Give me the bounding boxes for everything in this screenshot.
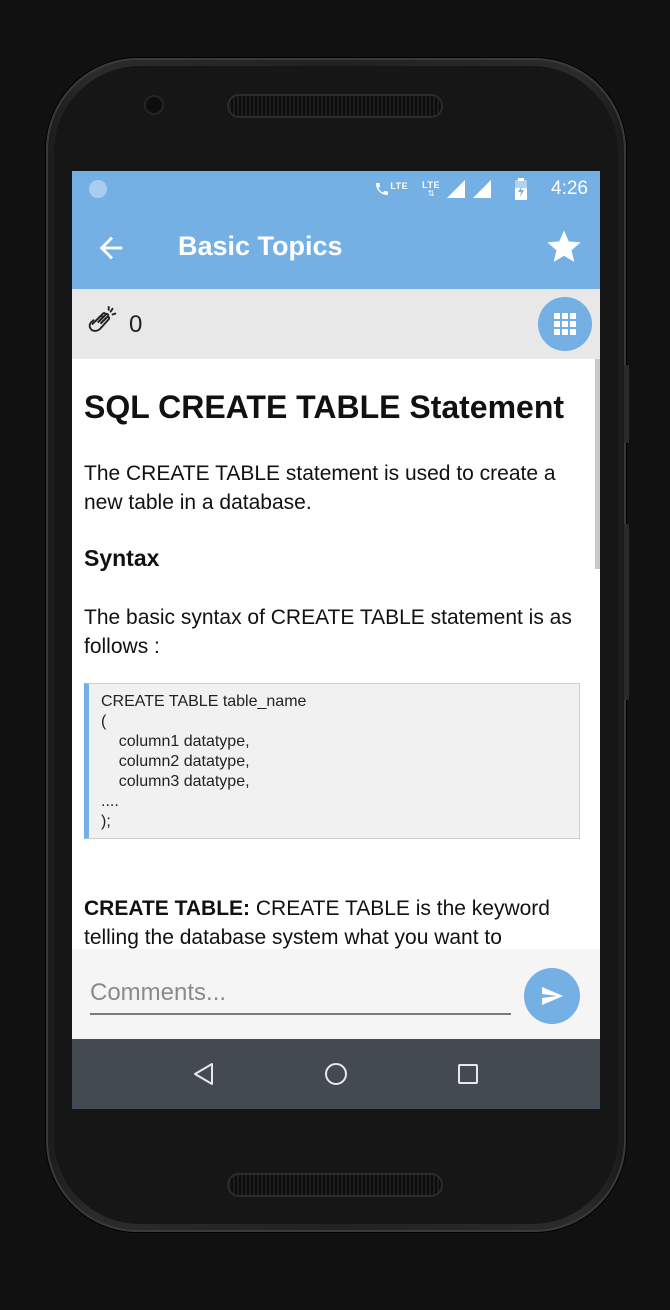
- code-line: column1 datatype,: [101, 733, 250, 750]
- front-camera: [146, 97, 162, 113]
- back-button[interactable]: [94, 231, 128, 265]
- signal-lte-icon: LTE ⇅: [422, 180, 440, 198]
- clap-bar: 0: [72, 289, 600, 359]
- send-button[interactable]: [524, 968, 580, 1024]
- clap-count: 0: [129, 311, 143, 338]
- signal-icon: [473, 180, 491, 198]
- comment-bar: [72, 949, 600, 1039]
- article-content[interactable]: SQL CREATE TABLE Statement The CREATE TA…: [72, 359, 600, 949]
- nav-recents-button[interactable]: [455, 1061, 481, 1087]
- status-time: 4:26: [551, 178, 588, 199]
- power-button: [624, 365, 629, 443]
- article-title: SQL CREATE TABLE Statement: [84, 389, 565, 425]
- clap-button[interactable]: [84, 305, 122, 343]
- arrow-left-icon: [99, 236, 123, 260]
- volume-button: [624, 524, 629, 700]
- keyword-label: CREATE TABLE:: [84, 897, 251, 920]
- syntax-heading: Syntax: [84, 545, 160, 571]
- status-icons: LTE LTE ⇅: [374, 177, 528, 201]
- recents-square-icon: [458, 1064, 478, 1084]
- code-line: column2 datatype,: [101, 753, 250, 770]
- lte-label: LTE: [390, 181, 409, 191]
- send-icon: [542, 987, 563, 1005]
- call-lte-icon: LTE: [374, 181, 408, 197]
- code-line: column3 datatype,: [101, 773, 250, 790]
- code-block: CREATE TABLE table_name ( column1 dataty…: [84, 683, 580, 839]
- top-speaker: [229, 96, 441, 116]
- comment-input[interactable]: [90, 973, 511, 1015]
- code-line: );: [101, 813, 111, 830]
- status-bar: LTE LTE ⇅ 4:26: [72, 171, 600, 207]
- signal-icon: [447, 180, 465, 198]
- grid-icon: [554, 313, 576, 335]
- system-nav-bar: [72, 1039, 600, 1109]
- nav-back-button[interactable]: [191, 1061, 217, 1087]
- screen: LTE LTE ⇅ 4:26 Basic Topics 0 SQL CREATE…: [72, 171, 600, 1109]
- app-bar: Basic Topics: [72, 207, 600, 289]
- star-icon: [547, 230, 581, 262]
- battery-icon: [515, 178, 527, 200]
- home-circle-icon: [325, 1063, 347, 1085]
- keyword-paragraph: CREATE TABLE: CREATE TABLE is the keywor…: [84, 894, 588, 949]
- code-line: CREATE TABLE table_name: [101, 693, 307, 710]
- bottom-speaker: [229, 1175, 441, 1195]
- article-intro: The CREATE TABLE statement is used to cr…: [84, 462, 556, 514]
- notification-dot-icon: [89, 180, 107, 198]
- syntax-description: The basic syntax of CREATE TABLE stateme…: [84, 606, 572, 658]
- app-title: Basic Topics: [178, 231, 343, 261]
- clap-icon: [88, 305, 117, 332]
- topics-grid-button[interactable]: [538, 297, 592, 351]
- nav-home-button[interactable]: [323, 1061, 349, 1087]
- favorite-button[interactable]: [544, 227, 584, 267]
- scrollbar[interactable]: [595, 359, 600, 569]
- back-triangle-icon: [194, 1063, 213, 1085]
- code-line: ....: [101, 793, 119, 810]
- code-line: (: [101, 713, 107, 730]
